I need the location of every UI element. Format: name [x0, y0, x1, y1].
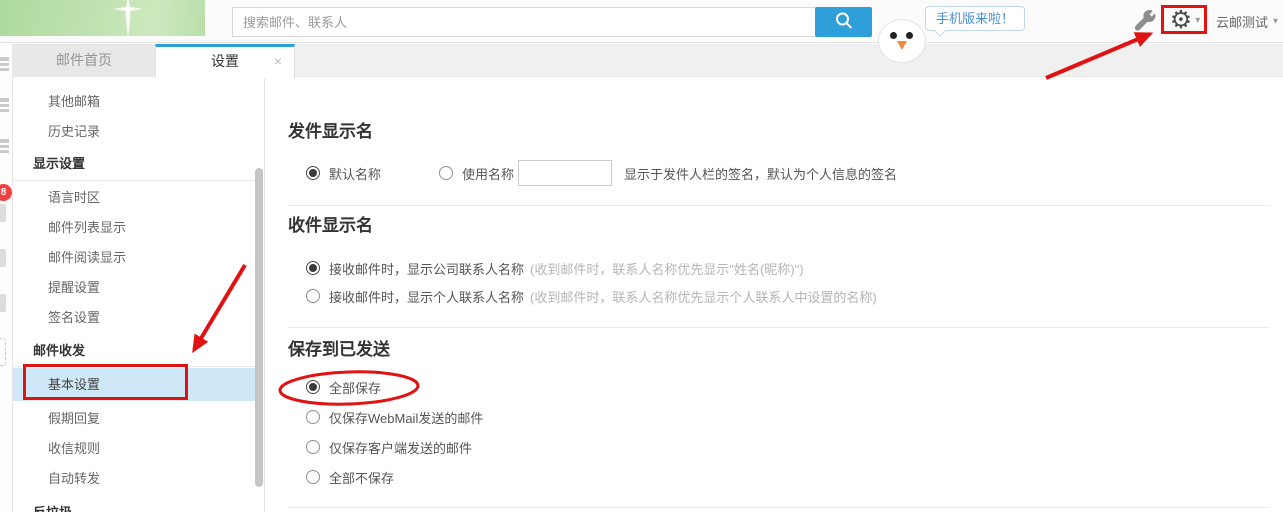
sidebar-group-display-settings: 显示设置: [13, 149, 256, 179]
top-header: 手机版来啦！ ⚙ ▾ 云邮测试 ▾: [0, 0, 1283, 43]
sender-name-option-row: 默认名称 使用名称 显示于发件人栏的签名，默认为个人信息的签名: [306, 159, 897, 187]
clipped-folder-icon: [0, 294, 6, 312]
section-divider: [288, 205, 1270, 206]
recipient-option-row: 接收邮件时，显示个人联系人名称 (收到邮件时，联系人名称优先显示个人联系人中设置…: [306, 288, 877, 304]
sidebar-group-mail-send-receive: 邮件收发: [13, 336, 256, 366]
radio-save-client-only[interactable]: [306, 440, 320, 454]
radio-custom-name[interactable]: [439, 166, 453, 180]
sidebar-item-auto-forward[interactable]: 自动转发: [13, 464, 256, 494]
radio-default-name-label[interactable]: 默认名称: [329, 164, 381, 183]
close-icon[interactable]: ×: [274, 47, 282, 76]
sidebar-item-signature-settings[interactable]: 签名设置: [13, 303, 256, 333]
radio-save-all-label[interactable]: 全部保存: [329, 378, 381, 397]
radio-save-webmail-only[interactable]: [306, 410, 320, 424]
chevron-down-icon: ▾: [1273, 16, 1278, 27]
sidebar-item-mail-reading-display[interactable]: 邮件阅读显示: [13, 243, 256, 273]
clipped-folder-icon: [0, 249, 6, 267]
sidebar-item-mail-list-display[interactable]: 邮件列表显示: [13, 213, 256, 243]
unread-badge: 8: [0, 184, 12, 201]
account-name: 云邮测试: [1216, 12, 1268, 31]
tooltip-tail: [934, 25, 945, 36]
wrench-icon[interactable]: [1133, 9, 1157, 33]
webmail-app: 手机版来啦！ ⚙ ▾ 云邮测试 ▾ 8 邮件首页 设置: [0, 0, 1283, 512]
section-title-save-to-sent: 保存到已发送: [288, 335, 390, 360]
gear-icon[interactable]: ⚙: [1170, 8, 1192, 33]
search-input[interactable]: [232, 7, 816, 37]
tab-settings[interactable]: 设置 ×: [155, 44, 295, 78]
save-option-row: 仅保存WebMail发送的邮件: [306, 409, 483, 425]
mobile-version-tooltip-text: 手机版来啦！: [936, 11, 1014, 26]
sidebar-item-language-timezone[interactable]: 语言时区: [13, 183, 256, 213]
radio-save-none-label[interactable]: 全部不保存: [329, 468, 394, 487]
radio-save-webmail-only-label[interactable]: 仅保存WebMail发送的邮件: [329, 408, 483, 427]
chevron-down-icon: ▾: [1195, 15, 1200, 26]
sidebar-item-receiving-rules[interactable]: 收信规则: [13, 434, 256, 464]
sidebar-item-vacation-reply[interactable]: 假期回复: [13, 404, 256, 434]
clipped-dropzone: [0, 338, 6, 366]
search-icon: [833, 10, 855, 32]
tab-bar: 邮件首页 设置 ×: [13, 44, 1283, 77]
section-title-sender-display-name: 发件显示名: [288, 117, 373, 142]
sidebar-divider: [13, 366, 256, 367]
settings-sidebar: 其他邮箱 历史记录 显示设置 语言时区 邮件列表显示 邮件阅读显示 提醒设置 签…: [13, 77, 265, 512]
section-title-recipient-display-name: 收件显示名: [288, 211, 373, 236]
collapsed-folder-strip: 8: [0, 44, 13, 512]
sender-name-hint: 显示于发件人栏的签名，默认为个人信息的签名: [624, 164, 897, 183]
clipped-label-fragment: [0, 98, 9, 112]
radio-company-contact-name[interactable]: [306, 261, 320, 275]
section-divider: [288, 327, 1270, 328]
sidebar-group-anti-spam: 反垃圾: [13, 498, 256, 512]
radio-personal-contact-name[interactable]: [306, 289, 320, 303]
radio-company-contact-name-label[interactable]: 接收邮件时，显示公司联系人名称: [329, 259, 524, 278]
mobile-version-tooltip[interactable]: 手机版来啦！: [925, 6, 1025, 31]
tab-mail-home[interactable]: 邮件首页: [13, 44, 155, 77]
section-divider: [288, 507, 1270, 508]
mascot-eye: [906, 32, 913, 39]
company-contact-hint: (收到邮件时，联系人名称优先显示"姓名(昵称)"): [530, 259, 804, 278]
tab-mail-home-label: 邮件首页: [56, 52, 112, 68]
clipped-folder-icon: [0, 204, 6, 222]
search-box: [232, 7, 872, 37]
sidebar-item-history[interactable]: 历史记录: [13, 117, 256, 147]
save-option-row: 全部不保存: [306, 469, 394, 485]
sidebar-scrollbar[interactable]: [255, 168, 263, 487]
radio-custom-name-label[interactable]: 使用名称: [462, 164, 514, 183]
settings-content: 发件显示名 默认名称 使用名称 显示于发件人栏的签名，默认为个人信息的签名 收件…: [266, 77, 1283, 512]
radio-save-none[interactable]: [306, 470, 320, 484]
radio-personal-contact-name-label[interactable]: 接收邮件时，显示个人联系人名称: [329, 287, 524, 306]
sidebar-item-other-mailbox[interactable]: 其他邮箱: [13, 87, 256, 117]
save-option-row: 仅保存客户端发送的邮件: [306, 439, 472, 455]
clipped-label-fragment: [0, 139, 9, 153]
recipient-option-row: 接收邮件时，显示公司联系人名称 (收到邮件时，联系人名称优先显示"姓名(昵称)"…: [306, 260, 804, 276]
sidebar-item-reminder-settings[interactable]: 提醒设置: [13, 273, 256, 303]
settings-menu-trigger[interactable]: ⚙ ▾: [1163, 6, 1207, 34]
sidebar-divider: [13, 180, 256, 181]
sparkle-icon: [105, 0, 151, 40]
logo-banner: [0, 0, 205, 36]
mascot-eye: [890, 32, 897, 39]
mascot-avatar[interactable]: [878, 19, 926, 47]
radio-save-client-only-label[interactable]: 仅保存客户端发送的邮件: [329, 438, 472, 457]
sidebar-item-basic-settings[interactable]: 基本设置: [13, 368, 256, 401]
search-button[interactable]: [815, 7, 872, 37]
personal-contact-hint: (收到邮件时，联系人名称优先显示个人联系人中设置的名称): [530, 287, 877, 306]
save-option-row: 全部保存: [306, 379, 381, 395]
radio-default-name[interactable]: [306, 166, 320, 180]
clipped-label-fragment: [0, 57, 9, 71]
mascot-beak: [897, 41, 907, 50]
account-menu[interactable]: 云邮测试 ▾: [1216, 0, 1278, 43]
tab-settings-label: 设置: [211, 53, 239, 69]
radio-save-all[interactable]: [306, 380, 320, 394]
custom-name-input[interactable]: [518, 160, 612, 186]
